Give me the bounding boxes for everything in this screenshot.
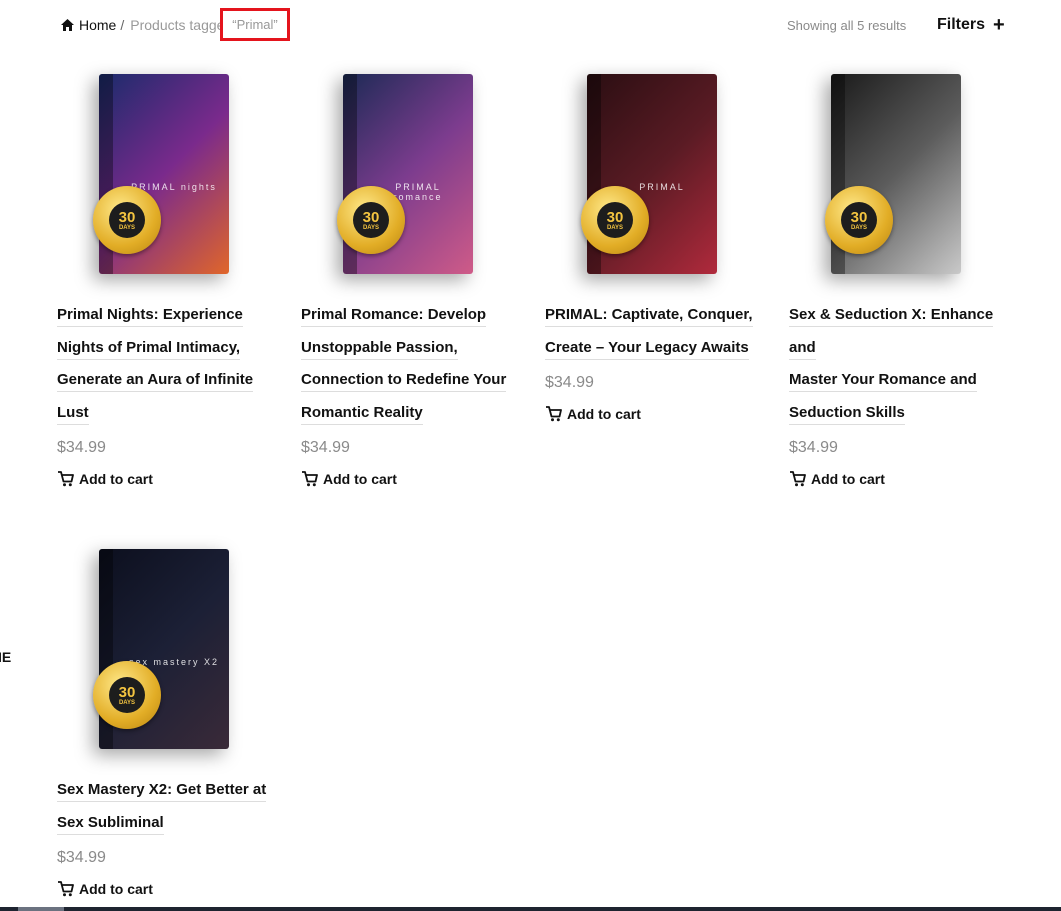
plus-icon: + [993,14,1005,36]
product-card: PRIMAL nights 30 DAYS Primal Nights: Experi… [57,70,267,487]
filters-toggle[interactable]: Filters + [937,14,1005,36]
add-to-cart-label: Add to cart [811,471,885,487]
money-back-badge-icon: 30 DAYS [93,661,161,729]
product-card: PRIMAL 30 DAYS PRIMAL: Captivate, Conquer, C… [545,70,755,422]
breadcrumb-current-tag: “Primal” [220,8,290,41]
product-title-link[interactable]: PRIMAL: Captivate, Conquer, Create – Your… [545,299,755,364]
add-to-cart-button[interactable]: Add to cart [789,471,999,487]
cart-icon [302,471,318,487]
product-card: sex mastery X2 30 DAYS Sex Mastery X2: Get … [57,545,267,897]
add-to-cart-label: Add to cart [79,881,153,897]
product-title-link[interactable]: Primal Romance: Develop Unstoppable Passi… [301,299,511,429]
money-back-badge-icon: 30 DAYS [337,186,405,254]
product-price: $34.99 [57,849,106,866]
product-card: PRIMAL romance 30 DAYS Primal Romance: Deve… [301,70,511,487]
product-image[interactable]: PRIMAL 30 DAYS [545,70,755,280]
breadcrumb: Home / Products tagge “Primal” [61,8,290,41]
money-back-badge-icon: 30 DAYS [93,186,161,254]
breadcrumb-current-prefix: Products tagge [130,17,225,33]
product-title-link[interactable]: Sex Mastery X2: Get Better at Sex Sublimi… [57,774,267,839]
add-to-cart-button[interactable]: Add to cart [57,881,267,897]
product-image[interactable]: 30 DAYS [789,70,999,280]
results-count: Showing all 5 results [787,18,907,33]
product-card: 30 DAYS Sex & Seduction X: Enhance and Mast… [789,70,999,487]
product-title-link[interactable]: Sex & Seduction X: Enhance and Master You… [789,299,999,429]
breadcrumb-separator: / [120,17,125,33]
add-to-cart-label: Add to cart [323,471,397,487]
product-image[interactable]: sex mastery X2 30 DAYS [57,545,267,755]
product-price: $34.99 [789,439,838,456]
filters-label: Filters [937,16,986,33]
product-price: $34.99 [545,374,594,391]
cart-icon [58,881,74,897]
breadcrumb-home-label: Home [79,17,117,33]
cart-icon [790,471,806,487]
cart-icon [546,406,562,422]
breadcrumb-home-link[interactable]: Home [61,17,116,33]
product-image[interactable]: PRIMAL nights 30 DAYS [57,70,267,280]
product-price: $34.99 [57,439,106,456]
add-to-cart-label: Add to cart [567,406,641,422]
home-icon [61,19,74,31]
add-to-cart-label: Add to cart [79,471,153,487]
product-price: $34.99 [301,439,350,456]
bottom-scrollbar[interactable] [0,907,1061,911]
left-edge-text: IE [0,649,12,665]
product-title-link[interactable]: Primal Nights: Experience Nights of Prima… [57,299,267,429]
add-to-cart-button[interactable]: Add to cart [57,471,267,487]
cart-icon [58,471,74,487]
add-to-cart-button[interactable]: Add to cart [301,471,511,487]
money-back-badge-icon: 30 DAYS [825,186,893,254]
money-back-badge-icon: 30 DAYS [581,186,649,254]
product-image[interactable]: PRIMAL romance 30 DAYS [301,70,511,280]
add-to-cart-button[interactable]: Add to cart [545,406,755,422]
